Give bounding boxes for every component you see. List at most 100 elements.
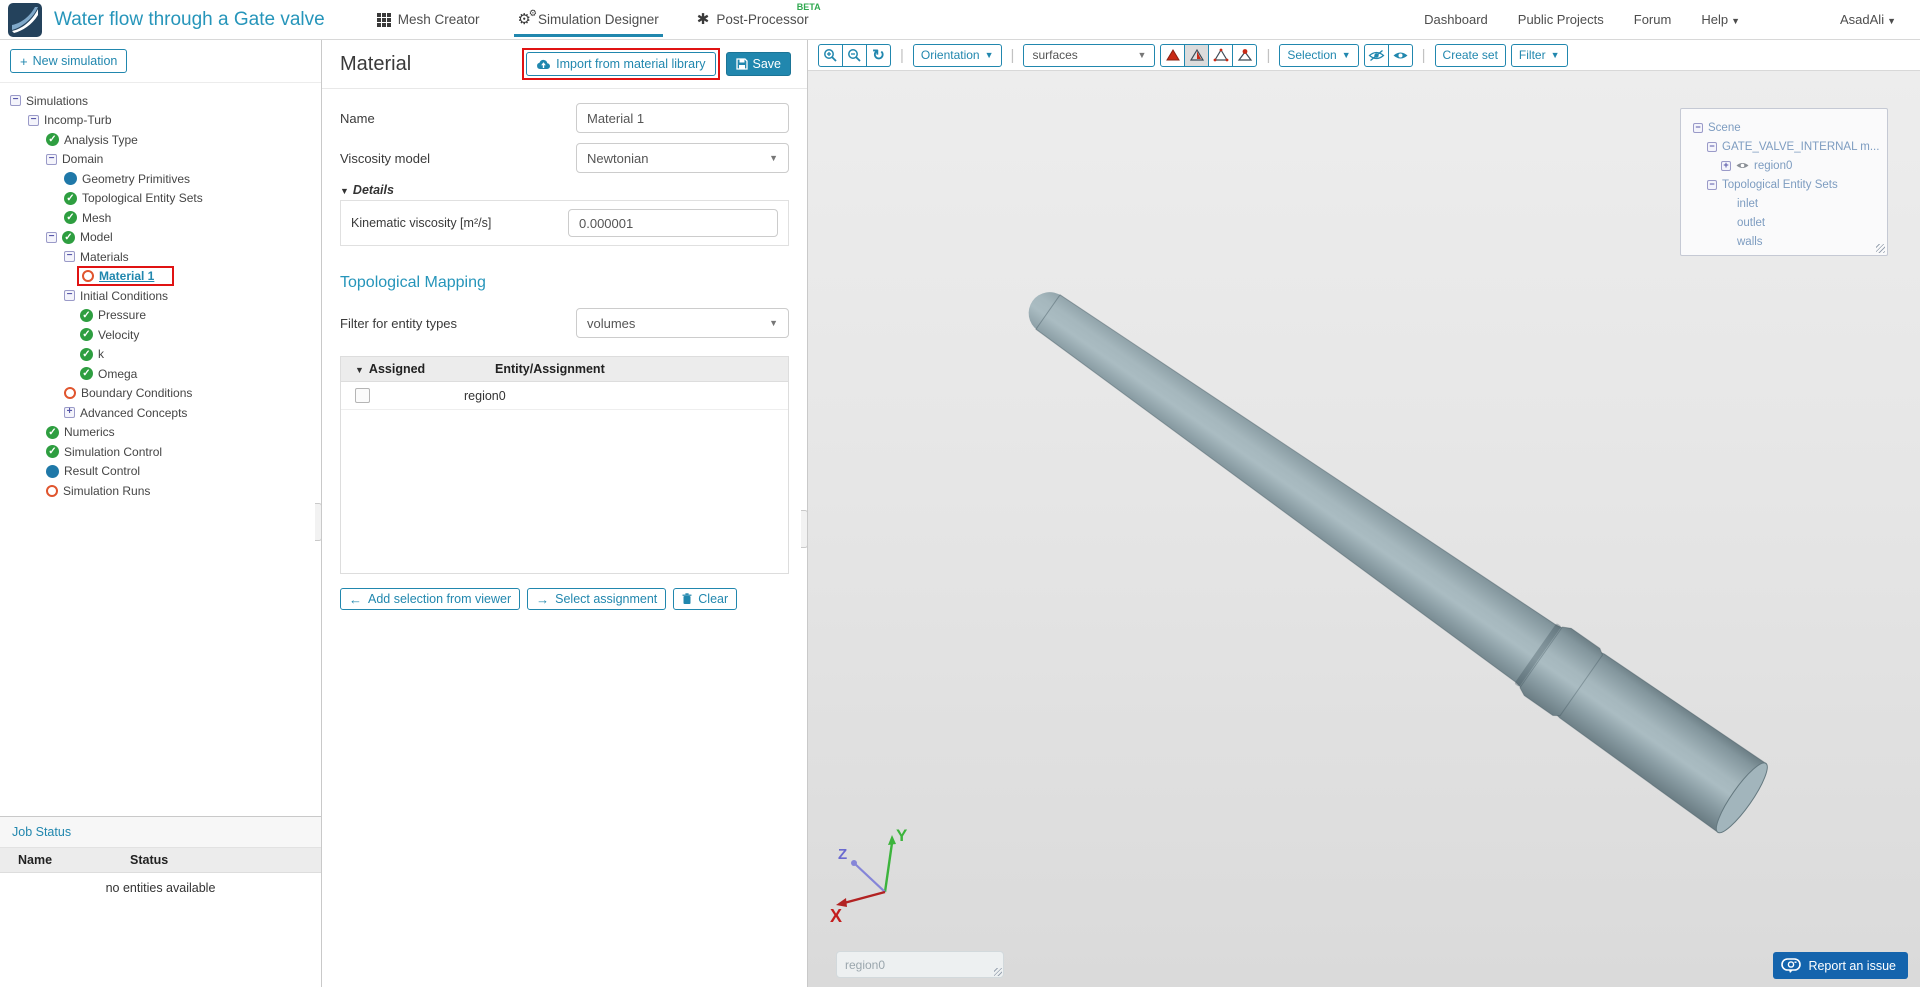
collapse-icon[interactable]	[1707, 179, 1717, 190]
sidebar-item-simulations[interactable]: Simulations	[0, 91, 321, 111]
sidebar-item-simulation-control[interactable]: Simulation Control	[0, 442, 321, 462]
eye-slash-icon	[1368, 49, 1385, 61]
save-icon	[735, 58, 748, 70]
sidebar-item-k[interactable]: k	[0, 345, 321, 365]
hide-selected-button[interactable]	[1363, 43, 1389, 67]
viscosity-model-select[interactable]: Newtonian ▼	[576, 143, 789, 173]
sidebar-item-incomp-turb[interactable]: Incomp-Turb	[0, 111, 321, 131]
sidebar-item-geometry-primitives[interactable]: Geometry Primitives	[0, 169, 321, 189]
collapse-icon[interactable]	[1707, 141, 1717, 152]
job-status-panel: Job Status Name Status no entities avail…	[0, 816, 321, 987]
collapse-icon[interactable]	[46, 231, 57, 243]
scene-tree-item-gate-valve-internal[interactable]: GATE_VALVE_INTERNAL m...	[1689, 137, 1879, 156]
clear-button[interactable]: Clear	[673, 588, 738, 610]
collapse-icon[interactable]	[46, 153, 57, 165]
show-selected-button[interactable]	[1387, 43, 1413, 67]
panel-collapse-handle[interactable]	[801, 510, 808, 548]
sidebar-item-model[interactable]: Model	[0, 228, 321, 248]
collapse-icon[interactable]	[1693, 122, 1703, 133]
sidebar-item-velocity[interactable]: Velocity	[0, 325, 321, 345]
tab-simulation-designer[interactable]: ⚙ Simulation Designer	[513, 0, 664, 39]
scene-tree-item-scene[interactable]: Scene	[1689, 118, 1879, 137]
details-section: Kinematic viscosity [m²/s]	[340, 200, 789, 246]
entity-type-filter-select[interactable]: volumes ▼	[576, 308, 789, 338]
sidebar-item-omega[interactable]: Omega	[0, 364, 321, 384]
kinematic-viscosity-input[interactable]	[568, 209, 778, 237]
add-selection-from-viewer-button[interactable]: ← Add selection from viewer	[340, 588, 521, 610]
nav-forum[interactable]: Forum	[1634, 12, 1672, 27]
zoom-out-button[interactable]	[842, 43, 867, 67]
sidebar-item-simulation-runs[interactable]: Simulation Runs	[0, 481, 321, 501]
assigned-checkbox[interactable]	[355, 388, 370, 403]
scene-tree-overlay: Scene GATE_VALVE_INTERNAL m... region0 T…	[1680, 108, 1888, 256]
job-status-empty-message: no entities available	[0, 873, 321, 981]
material-name-input[interactable]	[576, 103, 789, 133]
chevron-down-icon: ▼	[1137, 50, 1147, 60]
report-an-issue-button[interactable]: Report an issue	[1773, 952, 1908, 979]
orientation-dropdown[interactable]: Orientation ▼	[912, 43, 1002, 67]
sidebar-collapse-handle[interactable]	[315, 503, 322, 541]
nav-help-menu[interactable]: Help ▼	[1701, 12, 1740, 27]
expand-icon[interactable]	[1721, 160, 1731, 171]
simscale-logo[interactable]	[8, 2, 42, 37]
refresh-view-button[interactable]	[866, 43, 891, 67]
collapse-icon[interactable]	[10, 94, 21, 107]
render-points-button[interactable]	[1232, 43, 1258, 67]
nav-user-menu[interactable]: AsadAli ▼	[1840, 12, 1896, 27]
sidebar-item-analysis-type[interactable]: Analysis Type	[0, 130, 321, 150]
save-button[interactable]: Save	[725, 52, 791, 76]
arrow-left-icon: ←	[349, 591, 362, 607]
sidebar-item-result-control[interactable]: Result Control	[0, 462, 321, 482]
panel-title: Material	[340, 52, 412, 75]
sidebar-item-numerics[interactable]: Numerics	[0, 423, 321, 443]
gears-icon: ⚙	[518, 9, 538, 27]
sidebar-item-topological-entity-sets[interactable]: Topological Entity Sets	[0, 189, 321, 209]
viewer-canvas[interactable]: Scene GATE_VALVE_INTERNAL m... region0 T…	[808, 71, 1920, 987]
collapse-icon[interactable]	[64, 250, 75, 263]
scene-tree-item-inlet[interactable]: inlet	[1689, 194, 1879, 213]
job-col-status: Status	[130, 853, 169, 867]
sidebar-item-mesh[interactable]: Mesh	[0, 208, 321, 228]
render-wireframe-button[interactable]	[1208, 43, 1234, 67]
dot-icon	[46, 464, 59, 478]
new-simulation-button[interactable]: + New simulation	[10, 49, 128, 73]
region-name-input[interactable]	[836, 951, 1004, 978]
plus-icon: +	[20, 53, 28, 69]
check-icon	[64, 191, 77, 205]
import-material-library-button[interactable]: Import from material library	[526, 52, 716, 76]
entity-cell: region0	[464, 388, 506, 403]
tab-mesh-creator[interactable]: Mesh Creator	[376, 0, 480, 39]
create-set-button[interactable]: Create set	[1434, 43, 1506, 67]
tab-post-processor[interactable]: ✱ Post-Processor BETA	[697, 0, 821, 39]
sidebar-item-pressure[interactable]: Pressure	[0, 306, 321, 326]
sidebar-item-initial-conditions[interactable]: Initial Conditions	[0, 286, 321, 306]
sidebar-item-domain[interactable]: Domain	[0, 150, 321, 170]
sidebar-item-boundary-conditions[interactable]: Boundary Conditions	[0, 384, 321, 404]
chevron-down-icon: ▼	[1341, 50, 1351, 60]
render-solid-wireframe-button[interactable]	[1184, 43, 1210, 67]
table-row[interactable]: region0	[341, 382, 788, 410]
expand-icon[interactable]	[64, 406, 75, 419]
viscosity-model-label: Viscosity model	[340, 150, 431, 166]
selection-dropdown[interactable]: Selection ▼	[1279, 43, 1359, 67]
scene-tree-item-region0[interactable]: region0	[1689, 156, 1879, 175]
collapse-icon[interactable]	[64, 289, 75, 302]
nav-public-projects[interactable]: Public Projects	[1518, 12, 1604, 27]
scene-tree-item-topological-entity-sets[interactable]: Topological Entity Sets	[1689, 175, 1879, 194]
top-header: Water flow through a Gate valve Mesh Cre…	[0, 0, 1920, 40]
sidebar-item-materials[interactable]: Materials	[0, 247, 321, 267]
collapse-icon[interactable]	[28, 114, 39, 126]
render-solid-button[interactable]	[1160, 43, 1186, 67]
filter-dropdown[interactable]: Filter ▼	[1510, 43, 1568, 67]
surfaces-select[interactable]: surfaces ▼	[1023, 43, 1156, 67]
select-assignment-button[interactable]: → Select assignment	[527, 588, 667, 610]
zoom-in-button[interactable]	[818, 43, 843, 67]
sidebar-item-advanced-concepts[interactable]: Advanced Concepts	[0, 403, 321, 423]
resize-grip[interactable]	[1876, 244, 1885, 253]
sidebar-item-material-1[interactable]: Material 1	[0, 266, 321, 287]
scene-tree-item-outlet[interactable]: outlet	[1689, 213, 1879, 232]
details-section-header[interactable]: Details	[340, 183, 789, 200]
nav-dashboard[interactable]: Dashboard	[1424, 12, 1488, 27]
scene-tree-item-walls[interactable]: walls	[1689, 232, 1879, 251]
caret-down-icon[interactable]	[355, 362, 364, 376]
